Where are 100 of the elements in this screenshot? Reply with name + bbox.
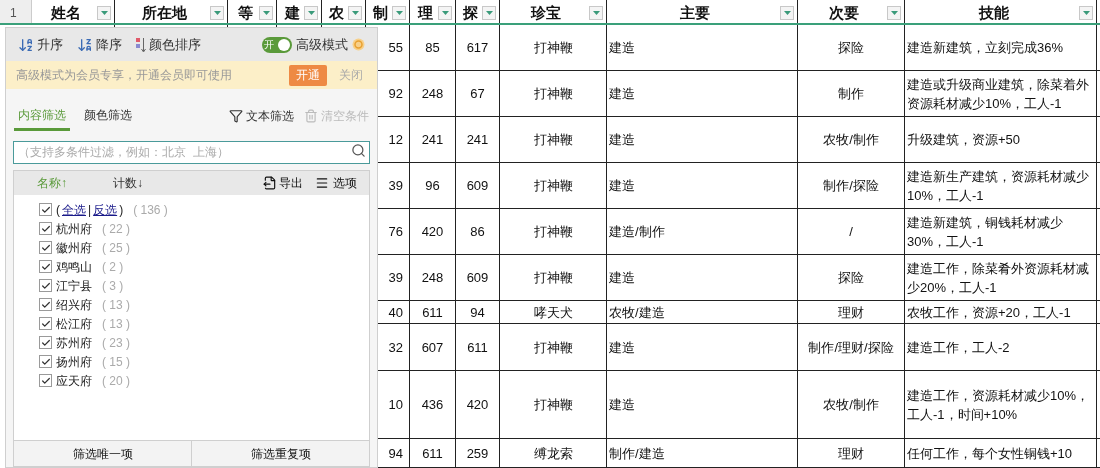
value-label[interactable]: 杭州府 — [56, 219, 92, 238]
column-header[interactable]: 农 — [322, 0, 366, 23]
column-header[interactable]: 珍宝 — [500, 0, 607, 23]
value-count: ( 3 ) — [102, 277, 124, 295]
coin-icon — [352, 38, 365, 51]
table-cell-text: 农牧工作，资源+20，工人-1 — [906, 303, 1072, 322]
table-cell-text: 任何工作，每个女性铜钱+10 — [906, 444, 1074, 463]
value-label[interactable]: 扬州府 — [56, 352, 92, 371]
table-cell-text: 建造 — [608, 338, 636, 357]
table-cell-text: 打神鞭 — [532, 39, 574, 57]
value-label[interactable]: 徽州府 — [56, 238, 92, 257]
table-cell-text: 92 — [387, 85, 404, 103]
column-header[interactable]: 主要 — [607, 0, 798, 23]
trash-icon — [304, 109, 318, 123]
value-count: ( 13 ) — [102, 315, 130, 333]
filter-footer-button[interactable]: 筛选唯一项 — [14, 441, 191, 466]
value-count: ( 13 ) — [102, 296, 130, 314]
table-cell-text: 探险 — [837, 269, 865, 287]
value-count: ( 22 ) — [102, 220, 130, 238]
table-cell-text: 哮天犬 — [532, 303, 574, 322]
table-cell-text: 建造新建筑，铜钱耗材减少30%，工人-1 — [906, 213, 1064, 251]
sort-button[interactable]: 颜色排序 — [136, 34, 201, 55]
column-header[interactable]: 制 — [366, 0, 410, 23]
text-filter-button[interactable]: 文本筛选 — [229, 107, 294, 131]
checkbox[interactable] — [39, 317, 52, 330]
funnel-icon — [229, 109, 243, 123]
column-header[interactable]: 等 — [228, 0, 277, 23]
row-number: 1 — [0, 0, 32, 23]
table-cell-text: 农牧/制作 — [822, 131, 880, 149]
sort-column-header[interactable]: 计数↓ — [90, 174, 166, 192]
column-header[interactable]: 技能 — [905, 0, 1097, 23]
table-cell-text: 建造或升级商业建筑，除菜着外资源耗材减少10%，工人-1 — [906, 75, 1090, 113]
table-cell-text: 打神鞭 — [532, 396, 574, 414]
table-cell-text: 67 — [469, 85, 486, 103]
search-field[interactable]: （支持多条件过滤，例如：北京 上海） — [13, 140, 370, 164]
table-cell-text: 打神鞭 — [532, 338, 574, 357]
checkbox[interactable] — [39, 222, 52, 235]
checkbox[interactable] — [39, 241, 52, 254]
column-header[interactable]: 次要 — [798, 0, 905, 23]
table-cell-text: 制作 — [837, 85, 865, 103]
checkbox[interactable] — [39, 298, 52, 311]
menu-icon — [315, 176, 329, 190]
table-cell-text: 248 — [420, 85, 445, 103]
export-icon — [263, 176, 277, 190]
table-cell-text: 611 — [421, 303, 444, 322]
value-count: ( 20 ) — [102, 372, 130, 390]
table-cell-text: 理财 — [837, 444, 865, 463]
table-cell-text: 探险 — [837, 39, 865, 57]
paren-text: ) — [119, 201, 124, 219]
value-count: ( 23 ) — [102, 334, 130, 352]
checkbox[interactable] — [39, 355, 52, 368]
table-cell-text: 缚龙索 — [532, 444, 574, 463]
select-all-link[interactable]: 全选 — [62, 200, 86, 219]
table-cell-text: 农牧/建造 — [608, 303, 666, 322]
value-label[interactable]: 松江府 — [56, 314, 92, 333]
column-header[interactable]: 建 — [277, 0, 322, 23]
value-label[interactable]: 鸡鸣山 — [56, 257, 92, 276]
value-count: ( 15 ) — [102, 353, 130, 371]
filter-tab[interactable]: 颜色筛选 — [80, 106, 136, 131]
table-cell-text: 打神鞭 — [532, 177, 574, 195]
table-cell-text: 建造 — [608, 131, 636, 149]
table-cell-text: 85 — [424, 39, 441, 57]
export-button[interactable]: 导出 — [263, 174, 303, 192]
paren-text: ( — [56, 201, 60, 219]
table-cell-text: 打神鞭 — [532, 223, 574, 241]
value-label[interactable]: 绍兴府 — [56, 295, 92, 314]
table-cell-text: 609 — [465, 269, 490, 287]
sort-button[interactable]: 升序 — [18, 34, 63, 55]
search-icon[interactable] — [351, 143, 366, 158]
table-cell-text: 94 — [387, 444, 404, 463]
column-header[interactable]: 理 — [410, 0, 456, 23]
table-cell-text: 248 — [420, 269, 445, 287]
checkbox[interactable] — [39, 260, 52, 273]
table-cell-text: 建造工作，工人-2 — [906, 338, 1011, 357]
table-cell-text: / — [848, 223, 854, 241]
table-cell-text: 40 — [387, 303, 404, 322]
filter-footer-button[interactable]: 筛选重复项 — [191, 441, 369, 466]
invert-selection-link[interactable]: 反选 — [93, 200, 118, 219]
color-sort-icon — [136, 36, 146, 53]
table-cell-text: 76 — [387, 223, 404, 241]
column-header[interactable]: 探 — [456, 0, 500, 23]
column-header[interactable]: 所在地 — [115, 0, 228, 23]
checkbox[interactable] — [39, 336, 52, 349]
checkbox[interactable] — [39, 279, 52, 292]
table-cell-text: 12 — [387, 131, 404, 149]
table-cell-text: 10 — [387, 396, 404, 414]
value-label[interactable]: 应天府 — [56, 371, 92, 390]
sort-button[interactable]: 降序 — [77, 34, 122, 55]
value-label[interactable]: 苏州府 — [56, 333, 92, 352]
separator-text: | — [88, 201, 92, 219]
table-cell-text: 建造工作，除菜肴外资源耗材减少20%，工人-1 — [906, 259, 1090, 297]
checkbox[interactable] — [39, 374, 52, 387]
checkbox[interactable] — [39, 203, 52, 216]
value-label[interactable]: 江宁县 — [56, 276, 92, 295]
table-cell-text: 436 — [420, 396, 445, 414]
column-header[interactable]: 姓名 — [32, 0, 115, 23]
table-cell-text: 94 — [469, 303, 486, 322]
options-button[interactable]: 选项 — [315, 174, 357, 192]
value-count: ( 2 ) — [102, 258, 124, 276]
table-cell-text: 理财 — [837, 303, 865, 322]
